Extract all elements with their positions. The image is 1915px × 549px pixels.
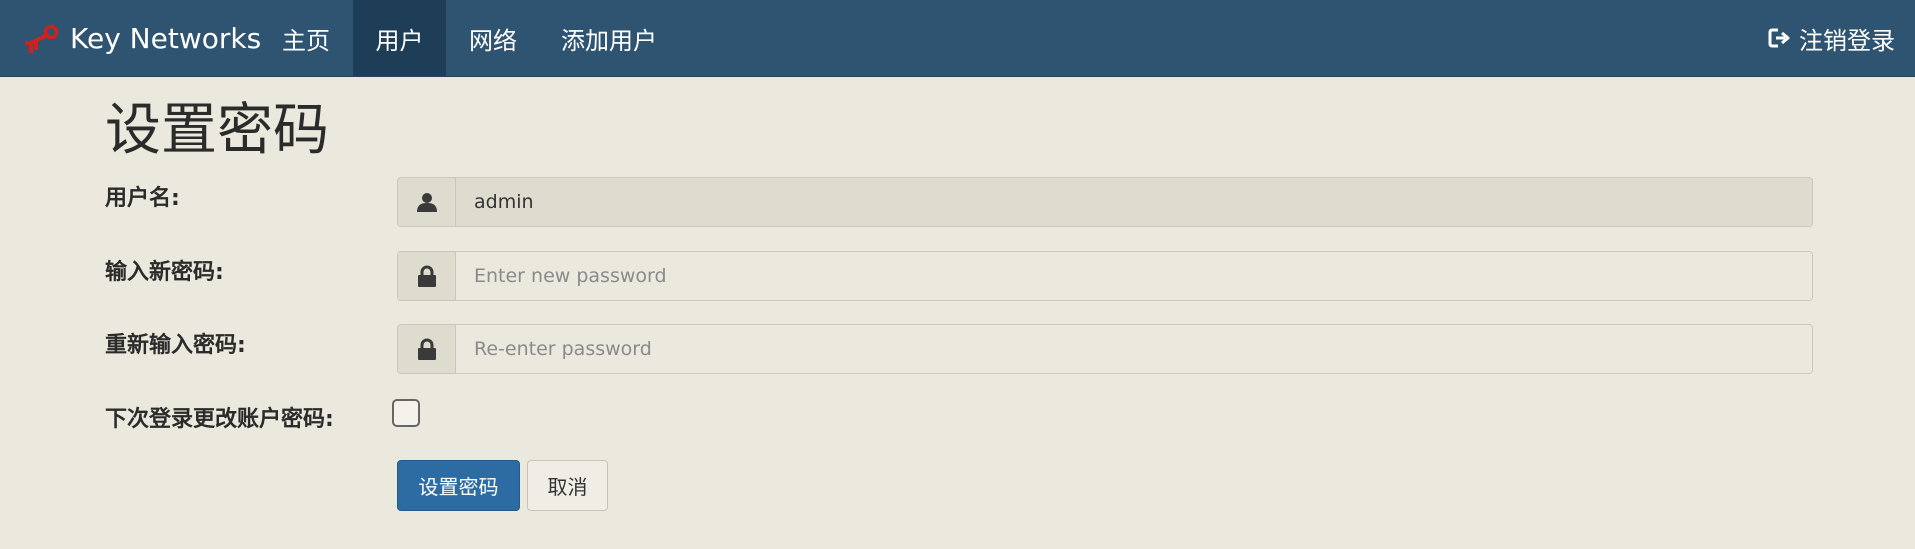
new-password-label: 输入新密码: [105, 260, 224, 285]
change-password-next-login-label: 下次登录更改账户密码: [105, 407, 334, 432]
new-password-addon [398, 252, 456, 300]
username-addon [398, 178, 456, 226]
logout-link[interactable]: 注销登录 [1767, 0, 1895, 76]
key-logo-icon [25, 24, 59, 53]
lock-icon [417, 338, 436, 360]
user-icon [416, 193, 437, 212]
username-field[interactable] [456, 178, 1812, 226]
page-title: 设置密码 [105, 98, 329, 163]
logout-icon [1768, 28, 1790, 48]
logout-label: 注销登录 [1799, 26, 1895, 55]
confirm-password-label: 重新输入密码: [105, 333, 246, 358]
nav-home-label: 主页 [282, 26, 330, 55]
confirm-password-input-group [397, 324, 1813, 374]
cancel-button[interactable]: 取消 [527, 460, 608, 511]
nav-home[interactable]: 主页 [267, 0, 345, 76]
username-input-group [397, 177, 1813, 227]
nav-users-label: 用户 [375, 26, 424, 55]
brand-name: Key Networks [70, 21, 262, 55]
change-password-next-login-checkbox[interactable] [392, 399, 420, 427]
confirm-password-field[interactable] [456, 325, 1812, 373]
username-label: 用户名: [105, 186, 180, 211]
lock-icon [417, 265, 436, 287]
new-password-input-group [397, 251, 1813, 301]
brand-link[interactable]: Key Networks [24, 0, 261, 76]
set-password-button[interactable]: 设置密码 [397, 460, 520, 511]
nav-networks-label: 网络 [469, 26, 517, 55]
nav-networks[interactable]: 网络 [454, 0, 532, 76]
nav-users[interactable]: 用户 [353, 0, 446, 76]
top-navbar: Key Networks 主页 用户 网络 添加用户 注销登录 [0, 0, 1915, 77]
nav-add-user[interactable]: 添加用户 [548, 0, 670, 76]
nav-add-user-label: 添加用户 [561, 26, 657, 55]
new-password-field[interactable] [456, 252, 1812, 300]
confirm-password-addon [398, 325, 456, 373]
